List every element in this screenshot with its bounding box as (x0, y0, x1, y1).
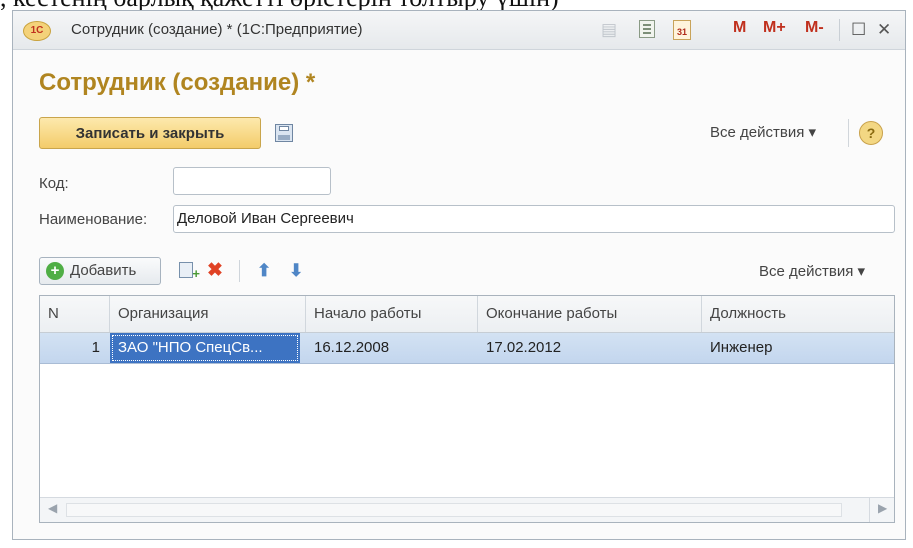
calculator-icon[interactable] (639, 20, 655, 38)
save-floppy-icon[interactable] (275, 124, 293, 142)
form-title: Сотрудник (создание) * (39, 69, 316, 96)
toolbar-separator (848, 119, 849, 147)
add-button-label: Добавить (70, 262, 137, 279)
table-row[interactable]: 1 ЗАО "НПО СпецСв... 16.12.2008 17.02.20… (40, 333, 894, 364)
scroll-right-area[interactable]: ▶ (869, 498, 894, 522)
add-icon: + (46, 262, 64, 280)
table-header: N Организация Начало работы Окончание ра… (40, 296, 894, 333)
column-header-n[interactable]: N (40, 296, 110, 332)
memory-plus-button[interactable]: M+ (763, 19, 786, 37)
toolbar-separator (239, 260, 240, 282)
cell-start[interactable]: 16.12.2008 (306, 333, 478, 363)
save-and-close-button[interactable]: Записать и закрыть (39, 117, 261, 149)
app-window: 1С Сотрудник (создание) * (1С:Предприяти… (12, 10, 906, 540)
maximize-icon[interactable]: ☐ (851, 20, 866, 40)
move-up-icon[interactable]: ⬆ (257, 262, 271, 280)
cell-end[interactable]: 17.02.2012 (478, 333, 702, 363)
table-all-actions-menu[interactable]: Все действия ▾ (759, 262, 865, 280)
all-actions-menu[interactable]: Все действия ▾ (710, 123, 816, 141)
memory-m-button[interactable]: M (733, 19, 746, 37)
close-icon[interactable]: ✕ (877, 20, 891, 40)
memory-minus-button[interactable]: M- (805, 19, 824, 37)
move-down-icon[interactable]: ⬇ (289, 262, 303, 280)
add-button[interactable]: + Добавить (39, 257, 161, 285)
column-header-start[interactable]: Начало работы (306, 296, 478, 332)
calendar-icon[interactable]: 31 (673, 20, 691, 40)
window-title: Сотрудник (создание) * (1С:Предприятие) (71, 21, 363, 38)
toolbar-separator (839, 19, 840, 41)
cell-organization[interactable]: ЗАО "НПО СпецСв... (110, 333, 300, 363)
cell-position[interactable]: Инженер (702, 333, 894, 363)
horizontal-scrollbar[interactable]: ◀ ▶ (40, 497, 894, 522)
document-icon[interactable]: ▤ (601, 20, 617, 40)
cell-n[interactable]: 1 (40, 333, 106, 363)
app-logo-icon: 1С (23, 21, 51, 41)
help-icon[interactable]: ? (859, 121, 883, 145)
copy-icon[interactable] (179, 262, 200, 283)
column-header-end[interactable]: Окончание работы (478, 296, 702, 332)
code-field[interactable] (173, 167, 331, 195)
scrollbar-thumb[interactable] (66, 503, 842, 517)
delete-icon[interactable]: ✖ (207, 261, 223, 280)
scroll-left-icon[interactable]: ◀ (48, 501, 57, 515)
column-header-organization[interactable]: Организация (110, 296, 306, 332)
title-bar: 1С Сотрудник (создание) * (1С:Предприяти… (13, 11, 905, 50)
code-label: Код: (39, 175, 69, 192)
name-label: Наименование: (39, 211, 148, 228)
scroll-right-icon[interactable]: ▶ (878, 501, 887, 515)
employment-table[interactable]: N Организация Начало работы Окончание ра… (39, 295, 895, 523)
column-header-position[interactable]: Должность (702, 296, 894, 332)
name-field[interactable]: Деловой Иван Сергеевич (173, 205, 895, 233)
background-text: , кестенің барлық қажетті өрістерін толт… (0, 0, 913, 10)
